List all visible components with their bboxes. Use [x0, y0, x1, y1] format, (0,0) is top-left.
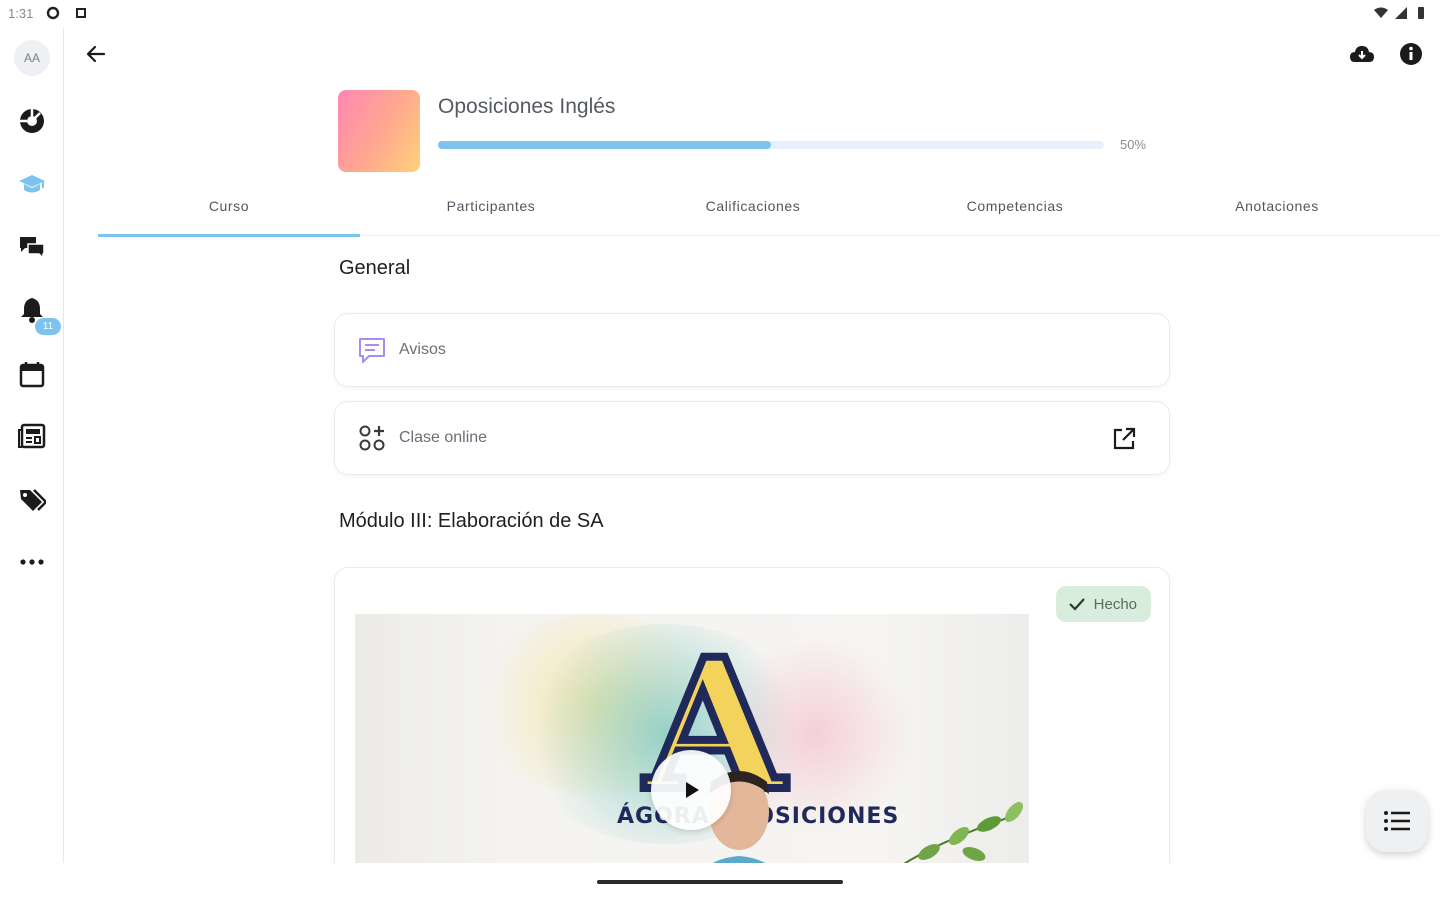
- activity-avisos[interactable]: Avisos: [334, 313, 1170, 387]
- courses-icon: [19, 175, 45, 193]
- course-progress-label: 50%: [1120, 137, 1147, 152]
- shield-icon: [46, 6, 60, 20]
- section-title-module: Módulo III: Elaboración de SA: [339, 510, 604, 532]
- module-video-card: Hecho A ÁGORA OPOSICIONES: [334, 567, 1170, 887]
- info-icon: [1400, 43, 1422, 65]
- rail-item-tags[interactable]: [16, 483, 48, 515]
- course-info-button[interactable]: [1397, 40, 1425, 68]
- calendar-icon: [19, 362, 45, 388]
- list-icon: [1384, 811, 1410, 831]
- play-icon: [686, 782, 699, 798]
- tab-competencias[interactable]: Competencias: [884, 186, 1146, 236]
- cloud-download-icon: [1350, 46, 1374, 62]
- signal-icon: [1395, 7, 1407, 19]
- activity-label: Clase online: [399, 429, 488, 446]
- course-tabs: Curso Participantes Calificaciones Compe…: [98, 186, 1440, 237]
- rail-item-courses[interactable]: [16, 168, 48, 200]
- course-thumbnail: [338, 90, 420, 172]
- status-time: 1:31: [8, 6, 34, 21]
- tab-anotaciones[interactable]: Anotaciones: [1146, 186, 1408, 236]
- completion-chip[interactable]: Hecho: [1055, 586, 1151, 622]
- open-external-icon: [1113, 427, 1136, 450]
- check-icon: [1068, 598, 1085, 611]
- wifi-icon: [1374, 7, 1388, 18]
- video-player[interactable]: A ÁGORA OPOSICIONES: [355, 614, 1029, 874]
- messages-icon: [20, 237, 45, 260]
- battery-icon: [1418, 7, 1424, 19]
- completion-label: Hecho: [1093, 595, 1137, 613]
- navigation-rail: AA 11: [0, 28, 64, 863]
- notification-small-icon: [76, 8, 86, 18]
- rail-item-calendar[interactable]: [16, 358, 48, 390]
- news-icon: [18, 423, 46, 449]
- course-title: Oposiciones Inglés: [438, 95, 616, 118]
- rail-item-messages[interactable]: [16, 231, 48, 263]
- activity-clase-online[interactable]: Clase online: [334, 401, 1170, 475]
- section-title-general: General: [339, 257, 411, 279]
- course-progress-fill: [438, 141, 771, 149]
- avatar[interactable]: AA: [14, 40, 50, 76]
- rail-item-dashboard[interactable]: [16, 105, 48, 137]
- notification-badge: 11: [35, 318, 61, 335]
- gesture-navigation-handle[interactable]: [597, 880, 843, 884]
- tab-curso[interactable]: Curso: [98, 186, 360, 237]
- tags-icon: [20, 489, 46, 511]
- tab-calificaciones[interactable]: Calificaciones: [622, 186, 884, 236]
- back-button[interactable]: [80, 38, 112, 70]
- rail-item-more[interactable]: [16, 546, 48, 578]
- forum-icon: [357, 335, 387, 365]
- play-button[interactable]: [651, 750, 731, 830]
- course-progress-bar: [438, 141, 1104, 149]
- open-external-button[interactable]: [1109, 424, 1139, 454]
- tab-participantes[interactable]: Participantes: [360, 186, 622, 236]
- status-bar: 1:31: [0, 0, 1440, 28]
- plant-decoration: [888, 802, 1023, 874]
- arrow-back-icon: [86, 45, 106, 63]
- activity-label: Avisos: [399, 341, 446, 358]
- online-class-icon: [357, 423, 387, 453]
- download-course-button[interactable]: [1348, 40, 1376, 68]
- more-icon: [20, 559, 44, 565]
- dashboard-icon: [20, 109, 44, 133]
- rail-item-news[interactable]: [16, 420, 48, 452]
- course-index-button[interactable]: [1366, 790, 1428, 852]
